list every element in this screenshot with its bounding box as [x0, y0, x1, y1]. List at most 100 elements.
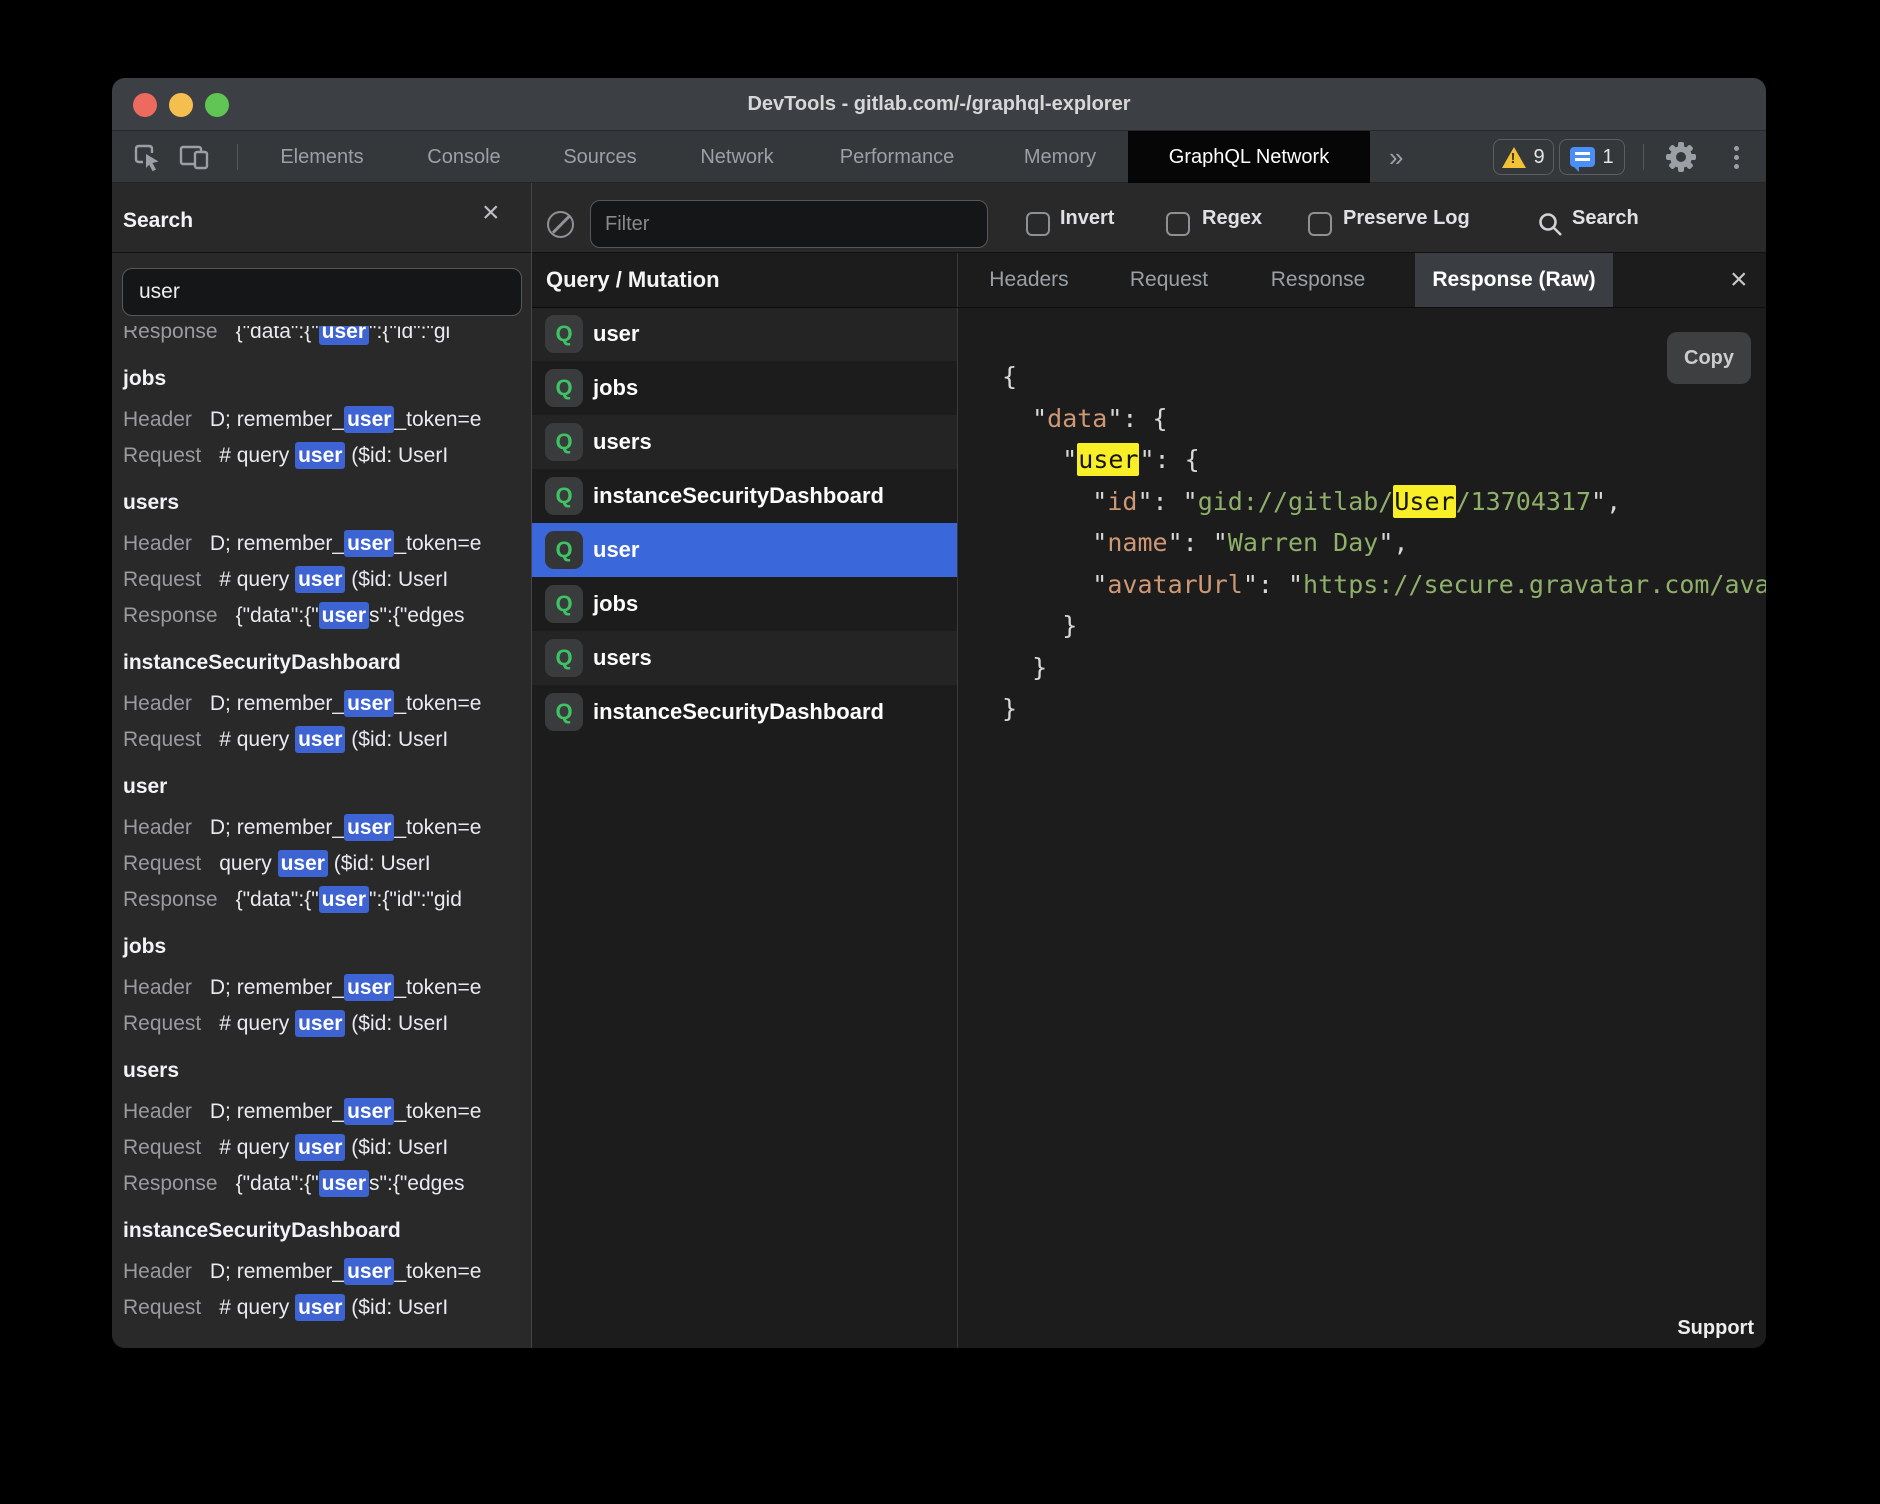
search-result-line[interactable]: Request# query user ($id: UserI — [123, 1290, 531, 1326]
search-result-line[interactable]: HeaderD; remember_user_token=e — [123, 970, 531, 1006]
query-list-item[interactable]: Qusers — [532, 415, 957, 469]
query-list-item[interactable]: QinstanceSecurityDashboard — [532, 469, 957, 523]
search-match-highlight: user — [319, 886, 369, 913]
query-name: users — [593, 631, 652, 685]
search-group-title: instanceSecurityDashboard — [123, 645, 531, 681]
search-result-line[interactable]: Header D; remember_user_token=e — [123, 1254, 531, 1290]
json-token: avatarUrl — [1107, 570, 1242, 599]
query-list-item[interactable]: Quser — [532, 307, 957, 361]
result-type-label: Header — [123, 976, 192, 999]
json-line: "data": { — [1002, 398, 1766, 440]
search-panel: Search × Response{"data":{"user":{"id":"… — [112, 183, 531, 1348]
result-type-label: Header — [123, 1260, 192, 1283]
search-result-line[interactable]: Request# query user ($id: UserI — [123, 1006, 531, 1042]
checkbox-label: Regex — [1202, 183, 1262, 253]
search-match-highlight: user — [278, 850, 328, 877]
json-line: "user": { — [1002, 439, 1766, 481]
search-result-line[interactable]: HeaderD; remember_user_token=e — [123, 1094, 531, 1130]
more-tabs-button[interactable]: » — [1389, 131, 1403, 183]
json-token: https://secure.gravatar.com/avatar — [1303, 570, 1766, 599]
search-match-highlight: user — [344, 530, 394, 557]
result-type-label: Request — [123, 568, 201, 591]
detail-tab-response[interactable]: Response — [1271, 253, 1366, 307]
checkbox-preserve-log[interactable] — [1308, 212, 1332, 236]
search-match-highlight: user — [319, 602, 369, 629]
json-token: ": { — [1107, 404, 1167, 433]
json-token: ": " — [1168, 528, 1228, 557]
query-type-badge: Q — [545, 477, 583, 515]
checkbox-regex[interactable] — [1166, 212, 1190, 236]
query-name: instanceSecurityDashboard — [593, 685, 884, 739]
result-text: {"data":{"users":{"edges — [236, 602, 465, 629]
result-text: {"data":{"user":{"id":"gid — [236, 886, 462, 913]
search-result-line[interactable]: Requestquery user ($id: UserI — [123, 846, 531, 882]
query-list-panel: Query / Mutation QuserQjobsQusersQinstan… — [532, 253, 957, 1348]
json-token: id — [1107, 487, 1137, 516]
search-result-line[interactable]: Response{"data":{"user":{"id":"gid — [123, 882, 531, 918]
tab-sources[interactable]: Sources — [563, 131, 636, 183]
issues-count: 1 — [1602, 146, 1613, 169]
tab-elements[interactable]: Elements — [280, 131, 363, 183]
search-result-line[interactable]: Request# query user ($id: UserI — [123, 1130, 531, 1166]
result-text: query user ($id: UserI — [219, 850, 430, 877]
query-type-badge: Q — [545, 315, 583, 353]
inspect-element-icon[interactable] — [132, 142, 162, 172]
close-search-panel-icon[interactable]: × — [482, 196, 500, 230]
query-type-badge: Q — [545, 531, 583, 569]
device-toolbar-icon[interactable] — [178, 142, 210, 172]
search-result-line[interactable]: Response{"data":{"user":{"id":"gi — [123, 326, 531, 350]
search-result-line[interactable]: HeaderD; remember_user_token=e — [123, 402, 531, 438]
query-type-badge: Q — [545, 585, 583, 623]
result-text: D; remember_user_token=e — [210, 406, 482, 433]
search-result-line[interactable]: Response{"data":{"users":{"edges — [123, 1166, 531, 1202]
search-match-highlight: user — [295, 566, 345, 593]
search-result-line[interactable]: HeaderD; remember_user_token=e — [123, 810, 531, 846]
detail-tab-headers[interactable]: Headers — [989, 253, 1068, 307]
settings-gear-icon[interactable] — [1664, 140, 1698, 174]
support-link[interactable]: Support — [1677, 1317, 1754, 1340]
detail-tab-request[interactable]: Request — [1130, 253, 1208, 307]
search-icon[interactable] — [1537, 211, 1565, 239]
search-result-line[interactable]: HeaderD; remember_user_token=e — [123, 686, 531, 722]
result-text: {"data":{"user":{"id":"gi — [236, 326, 451, 345]
result-type-label: Response — [123, 604, 218, 627]
clear-requests-icon[interactable] — [547, 211, 574, 238]
search-result-line[interactable]: Request# query user ($id: UserI — [123, 562, 531, 598]
search-toggle-label[interactable]: Search — [1572, 183, 1639, 253]
query-list-item[interactable]: Qjobs — [532, 361, 957, 415]
query-list-item[interactable]: Qjobs — [532, 577, 957, 631]
query-name: jobs — [593, 361, 638, 415]
tab-graphql-network[interactable]: GraphQL Network — [1128, 131, 1370, 183]
devtools-tab-bar: Elements Console Sources Network Performance… — [112, 131, 1766, 183]
panel-divider[interactable] — [957, 253, 958, 1348]
search-result-line[interactable]: Response {"data":{"users":{"edges — [123, 598, 531, 634]
panel-divider[interactable] — [531, 183, 532, 1348]
detail-tab-response-raw-[interactable]: Response (Raw) — [1415, 253, 1613, 307]
issues-badge[interactable]: 1 — [1559, 139, 1625, 175]
warning-count: 9 — [1533, 146, 1544, 169]
warnings-badge[interactable]: 9 — [1493, 139, 1554, 175]
result-text: D; remember_user_token=e — [210, 1258, 482, 1285]
message-icon — [1570, 147, 1595, 167]
close-detail-icon[interactable]: × — [1730, 253, 1748, 307]
search-result-line[interactable]: HeaderD; remember_user_token=e — [123, 526, 531, 562]
detail-panel: HeadersRequestResponseResponse (Raw) × C… — [958, 253, 1766, 1348]
search-result-line[interactable]: Request# query user ($id: UserI — [123, 438, 531, 474]
search-match-highlight: user — [295, 726, 345, 753]
search-input[interactable] — [122, 268, 522, 316]
query-list-item[interactable]: Qusers — [532, 631, 957, 685]
more-options-icon[interactable] — [1734, 146, 1739, 169]
query-list-item[interactable]: Quser — [532, 523, 957, 577]
json-line: } — [1002, 688, 1766, 730]
json-token: " — [1032, 404, 1047, 433]
checkbox-invert[interactable] — [1026, 212, 1050, 236]
result-text: # query user ($id: UserI — [219, 442, 448, 469]
tab-network[interactable]: Network — [700, 131, 773, 183]
filter-input[interactable] — [590, 200, 988, 248]
query-list-item[interactable]: QinstanceSecurityDashboard — [532, 685, 957, 739]
tab-performance[interactable]: Performance — [840, 131, 955, 183]
tab-memory[interactable]: Memory — [1024, 131, 1096, 183]
search-result-line[interactable]: Request# query user ($id: UserI — [123, 722, 531, 758]
tab-console[interactable]: Console — [427, 131, 500, 183]
search-match-highlight: user — [295, 1134, 345, 1161]
